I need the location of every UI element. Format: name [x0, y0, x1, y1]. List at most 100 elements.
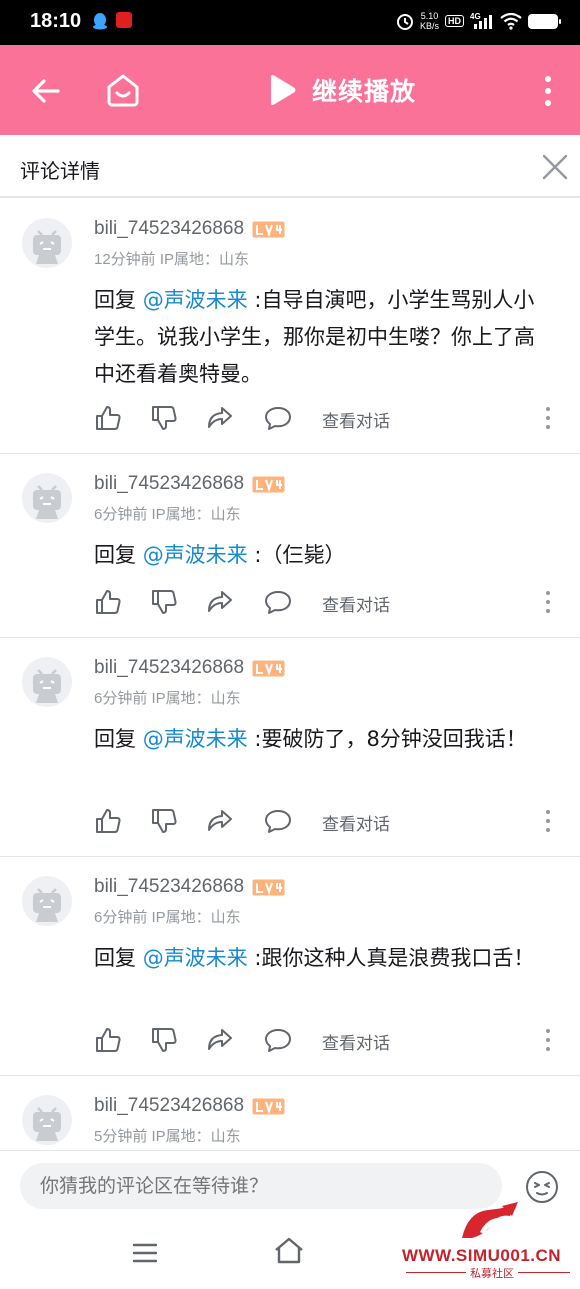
reply-bubble-icon[interactable]: [264, 1026, 292, 1054]
home-nav-icon[interactable]: [272, 1236, 306, 1266]
share-icon[interactable]: [206, 1026, 234, 1054]
username[interactable]: bili_74523426868: [94, 876, 244, 898]
comment-more-icon[interactable]: [544, 1028, 552, 1052]
comment-time-location: 6分钟前 IP属地：山东: [94, 506, 241, 523]
watermark: WWW.SIMU001.CN 私募社区: [400, 1196, 576, 1286]
home-icon[interactable]: [104, 71, 142, 109]
comment-time-location: 6分钟前 IP属地：山东: [94, 909, 241, 926]
comment-body: :跟你这种人真是浪费我口舌！: [247, 946, 535, 970]
net-speed-value: 5.10: [420, 11, 439, 21]
username-row: bili_74523426868: [94, 657, 285, 679]
reply-bubble-icon[interactable]: [264, 807, 292, 835]
close-icon[interactable]: [540, 152, 570, 182]
app-notification-icon: [116, 12, 132, 28]
view-conversation-link[interactable]: 查看对话: [322, 1029, 390, 1054]
mention-link[interactable]: @声波未来: [143, 946, 248, 970]
username[interactable]: bili_74523426868: [94, 1095, 244, 1117]
dislike-icon[interactable]: [150, 1026, 178, 1054]
mention-link[interactable]: @声波未来: [143, 288, 248, 312]
avatar[interactable]: [22, 473, 72, 523]
status-bar: 18:10 5.10 KB/s HD 4G: [0, 0, 580, 45]
comment-actions: 查看对话: [94, 588, 564, 618]
level-4-badge-icon: [252, 1098, 285, 1114]
reply-bubble-icon[interactable]: [264, 588, 292, 616]
share-icon[interactable]: [206, 588, 234, 616]
qq-penguin-icon: [93, 13, 107, 30]
default-avatar-icon: [33, 669, 61, 703]
dislike-icon[interactable]: [150, 404, 178, 432]
wifi-icon: [500, 12, 522, 30]
comment-time-location: 12分钟前 IP属地：山东: [94, 251, 250, 268]
like-icon[interactable]: [94, 588, 122, 616]
hd-badge: HD: [445, 15, 464, 27]
top-app-bar: 继续播放: [0, 45, 580, 135]
comment-body: :（仨毙）: [247, 543, 346, 567]
notification-icons: [92, 12, 132, 30]
avatar[interactable]: [22, 218, 72, 268]
view-conversation-link[interactable]: 查看对话: [322, 810, 390, 835]
reply-prefix: 回复: [94, 946, 143, 970]
share-icon[interactable]: [206, 404, 234, 432]
continue-play-label: 继续播放: [312, 77, 417, 106]
comment-item: bili_74523426868 12分钟前 IP属地：山东 回复 @声波未来 …: [0, 200, 580, 454]
signal-icon: 4G: [470, 12, 492, 29]
like-icon[interactable]: [94, 1026, 122, 1054]
comment-more-icon[interactable]: [544, 590, 552, 614]
username[interactable]: bili_74523426868: [94, 473, 244, 495]
watermark-subtitle: 私募社区: [466, 1265, 518, 1281]
username-row: bili_74523426868: [94, 1095, 285, 1117]
network-speed: 5.10 KB/s: [420, 11, 439, 31]
reply-prefix: 回复: [94, 727, 143, 751]
mention-link[interactable]: @声波未来: [143, 727, 248, 751]
comment-text: 回复 @声波未来 :（仨毙）: [94, 537, 554, 574]
comment-actions: 查看对话: [94, 807, 564, 837]
alarm-clock-icon: [396, 14, 413, 30]
page-title: 评论详情: [20, 159, 100, 183]
comment-more-icon[interactable]: [544, 406, 552, 430]
battery-icon: [528, 13, 561, 29]
comment-item: bili_74523426868 6分钟前 IP属地：山东 回复 @声波未来 :…: [0, 858, 580, 1076]
comment-item: bili_74523426868 6分钟前 IP属地：山东 回复 @声波未来 :…: [0, 455, 580, 638]
default-avatar-icon: [33, 230, 61, 264]
dislike-icon[interactable]: [150, 588, 178, 616]
avatar[interactable]: [22, 657, 72, 707]
username[interactable]: bili_74523426868: [94, 218, 244, 240]
avatar[interactable]: [22, 1095, 72, 1145]
network-type: 4G: [470, 12, 481, 21]
comment-text: 回复 @声波未来 :要破防了，8分钟没回我话！: [94, 721, 554, 758]
continue-play-button[interactable]: 继续播放: [266, 71, 416, 109]
net-speed-unit: KB/s: [419, 21, 439, 31]
menu-icon[interactable]: [132, 1242, 158, 1264]
comment-more-icon[interactable]: [544, 809, 552, 833]
username-row: bili_74523426868: [94, 876, 285, 898]
view-conversation-link[interactable]: 查看对话: [322, 591, 390, 616]
default-avatar-icon: [33, 1107, 61, 1141]
mention-link[interactable]: @声波未来: [143, 543, 248, 567]
more-vertical-icon[interactable]: [536, 73, 560, 109]
status-time: 18:10: [30, 10, 82, 32]
like-icon[interactable]: [94, 807, 122, 835]
default-avatar-icon: [33, 888, 61, 922]
avatar[interactable]: [22, 876, 72, 926]
comment-time-location: 6分钟前 IP属地：山东: [94, 690, 241, 707]
watermark-logo-icon: [462, 1202, 518, 1238]
level-4-badge-icon: [252, 221, 285, 237]
reply-prefix: 回复: [94, 288, 143, 312]
level-4-badge-icon: [252, 476, 285, 492]
comment-time-location: 5分钟前 IP属地：山东: [94, 1128, 241, 1145]
comment-item: bili_74523426868 5分钟前 IP属地：山东: [0, 1077, 580, 1150]
play-icon: [271, 75, 296, 105]
reply-prefix: 回复: [94, 543, 143, 567]
like-icon[interactable]: [94, 404, 122, 432]
status-right-icons: 5.10 KB/s HD 4G: [396, 11, 561, 31]
comment-detail-header: 评论详情: [0, 135, 580, 198]
username-row: bili_74523426868: [94, 473, 285, 495]
view-conversation-link[interactable]: 查看对话: [322, 407, 390, 432]
reply-bubble-icon[interactable]: [264, 404, 292, 432]
dislike-icon[interactable]: [150, 807, 178, 835]
share-icon[interactable]: [206, 807, 234, 835]
back-arrow-icon[interactable]: [28, 73, 64, 109]
comment-actions: 查看对话: [94, 404, 564, 434]
username[interactable]: bili_74523426868: [94, 657, 244, 679]
comment-text: 回复 @声波未来 :跟你这种人真是浪费我口舌！: [94, 940, 554, 977]
